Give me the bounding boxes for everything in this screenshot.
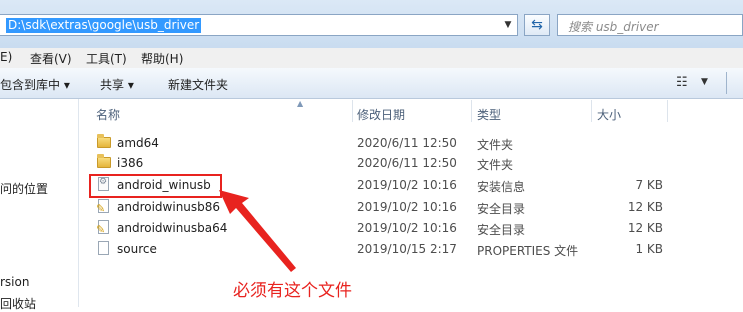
annotation-text: 必须有这个文件	[233, 281, 352, 301]
annotation-arrow	[219, 190, 296, 272]
arrow-shape	[219, 190, 296, 272]
